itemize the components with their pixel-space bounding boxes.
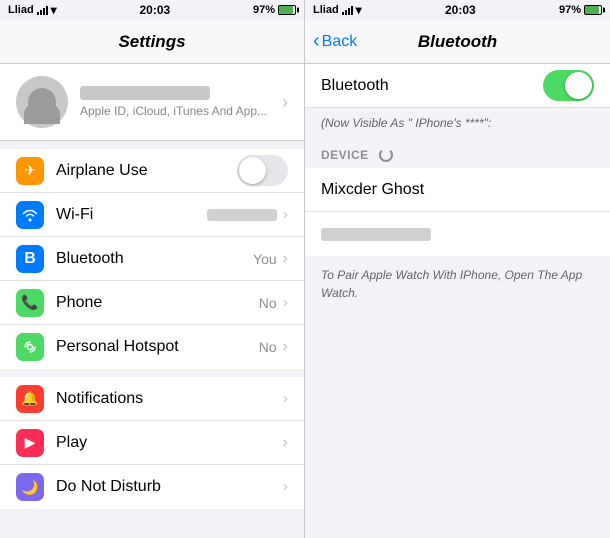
play-icon: ▶ — [16, 429, 44, 457]
settings-item-wifi[interactable]: Wi-Fi › — [0, 193, 304, 237]
left-signal-bars — [37, 5, 48, 15]
profile-subtitle: Apple ID, iCloud, iTunes And App... — [80, 104, 282, 118]
bluetooth-toggle[interactable] — [543, 70, 594, 101]
device-item-0[interactable]: Mixcder Ghost — [305, 168, 610, 212]
bluetooth-row[interactable]: Bluetooth — [305, 64, 610, 108]
left-status-bar: Lliad ▾ 20:03 97% — [0, 0, 304, 20]
dnd-chevron-icon: › — [283, 478, 288, 496]
notifications-icon: 🔔 — [16, 385, 44, 413]
bluetooth-setting-label: Bluetooth — [321, 77, 543, 95]
notifications-chevron-icon: › — [283, 390, 288, 408]
hotspot-icon — [16, 333, 44, 361]
profile-chevron-icon: › — [282, 92, 288, 113]
settings-group-1: ✈ Airplane Use Wi-Fi › B Bluetooth Yo — [0, 149, 304, 369]
phone-label: Phone — [56, 294, 259, 312]
profile-name-blur — [80, 86, 210, 100]
wifi-label: Wi-Fi — [56, 206, 207, 224]
dnd-icon: 🌙 — [16, 473, 44, 501]
bluetooth-chevron-icon: › — [283, 250, 288, 268]
avatar-icon — [28, 88, 56, 116]
settings-item-dnd[interactable]: 🌙 Do Not Disturb › — [0, 465, 304, 509]
right-time: 20:03 — [445, 3, 476, 17]
airplane-toggle[interactable] — [237, 155, 288, 186]
wifi-chevron-icon: › — [283, 206, 288, 224]
hotspot-chevron-icon: › — [283, 338, 288, 356]
hotspot-value: No — [259, 339, 277, 355]
settings-item-airplane[interactable]: ✈ Airplane Use — [0, 149, 304, 193]
left-nav-title: Settings — [118, 32, 185, 52]
settings-group-2: 🔔 Notifications › ▶ Play › 🌙 Do Not Dist… — [0, 377, 304, 509]
device-header: DEVICE — [305, 140, 610, 168]
right-battery-pct: 97% — [559, 4, 581, 16]
wifi-signal-icon: ▾ — [51, 3, 57, 17]
left-battery-icon — [278, 5, 296, 15]
right-nav-bar: ‹ Back Bluetooth — [305, 20, 610, 64]
avatar — [16, 76, 68, 128]
dnd-label: Do Not Disturb — [56, 478, 283, 496]
device-spinner-icon — [379, 148, 393, 162]
settings-item-notifications[interactable]: 🔔 Notifications › — [0, 377, 304, 421]
hotspot-label: Personal Hotspot — [56, 338, 259, 356]
airplane-icon: ✈ — [16, 157, 44, 185]
phone-value: No — [259, 295, 277, 311]
device-name-0: Mixcder Ghost — [321, 181, 594, 199]
notifications-label: Notifications — [56, 390, 283, 408]
settings-item-play[interactable]: ▶ Play › — [0, 421, 304, 465]
wifi-value-blur — [207, 209, 277, 221]
back-chevron-icon: ‹ — [313, 31, 320, 51]
bluetooth-footer-text: To Pair Apple Watch With IPhone, Open Th… — [321, 268, 582, 300]
settings-item-hotspot[interactable]: Personal Hotspot No › — [0, 325, 304, 369]
phone-icon: 📞 — [16, 289, 44, 317]
profile-section[interactable]: Apple ID, iCloud, iTunes And App... › — [0, 64, 304, 141]
right-status-bar: Lliad ▾ 20:03 97% — [305, 0, 610, 20]
bluetooth-visible-text: (Now Visible As " IPhone's ****": — [321, 116, 491, 130]
play-chevron-icon: › — [283, 434, 288, 452]
left-panel: Lliad ▾ 20:03 97% Settings Apple ID, — [0, 0, 305, 538]
airplane-label: Airplane Use — [56, 162, 237, 180]
device-name-blur-1 — [321, 228, 431, 241]
play-label: Play — [56, 434, 283, 452]
right-battery-icon — [584, 5, 602, 15]
profile-info: Apple ID, iCloud, iTunes And App... — [80, 86, 282, 118]
left-carrier: Lliad ▾ — [8, 3, 57, 17]
back-button[interactable]: ‹ Back — [313, 32, 357, 51]
device-section-label: DEVICE — [321, 148, 369, 162]
back-label: Back — [322, 33, 358, 51]
right-right-status: 97% — [559, 4, 602, 16]
section-gap-1 — [0, 369, 304, 377]
bluetooth-visible-section: (Now Visible As " IPhone's ****": — [305, 108, 610, 140]
right-wifi-icon: ▾ — [356, 3, 362, 17]
bluetooth-footer: To Pair Apple Watch With IPhone, Open Th… — [305, 256, 610, 312]
right-nav-title: Bluetooth — [418, 32, 497, 52]
left-right-status: 97% — [253, 4, 296, 16]
left-battery-pct: 97% — [253, 4, 275, 16]
right-signal-bars — [342, 5, 353, 15]
bluetooth-value: You — [253, 251, 277, 267]
device-item-1[interactable] — [305, 212, 610, 256]
phone-chevron-icon: › — [283, 294, 288, 312]
right-carrier: Lliad ▾ — [313, 3, 362, 17]
settings-item-bluetooth[interactable]: B Bluetooth You › — [0, 237, 304, 281]
device-list: Mixcder Ghost — [305, 168, 610, 256]
left-nav-bar: Settings — [0, 20, 304, 64]
right-panel: Lliad ▾ 20:03 97% ‹ Back Bluetooth Bluet… — [305, 0, 610, 538]
left-time: 20:03 — [139, 3, 170, 17]
bluetooth-icon: B — [16, 245, 44, 273]
settings-item-phone[interactable]: 📞 Phone No › — [0, 281, 304, 325]
bluetooth-label: Bluetooth — [56, 250, 253, 268]
wifi-icon — [16, 201, 44, 229]
